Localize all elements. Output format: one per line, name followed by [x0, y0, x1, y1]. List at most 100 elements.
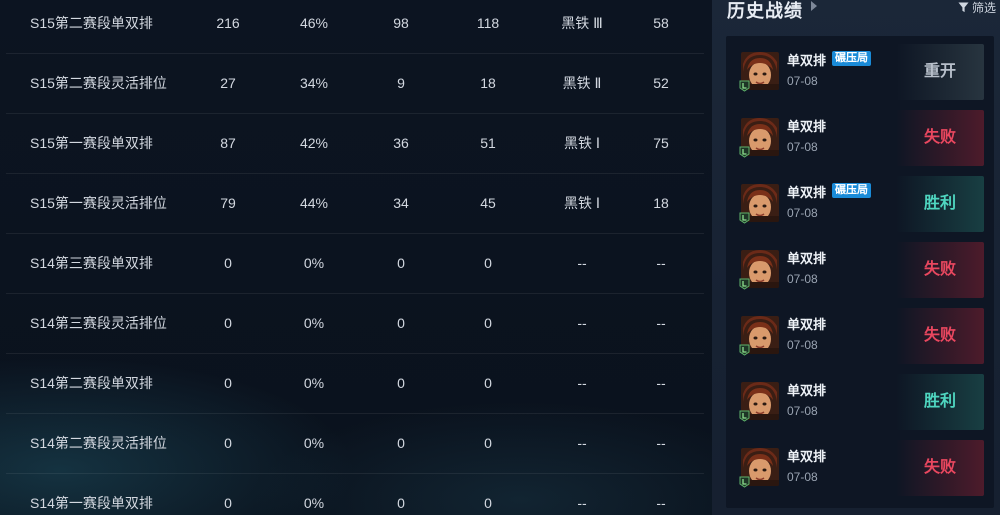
match-item[interactable]: 单双排 07-08 失败: [726, 438, 994, 498]
season-cell: S14第二赛段灵活排位: [30, 435, 167, 451]
match-date: 07-08: [787, 470, 818, 484]
match-date: 07-08: [787, 74, 818, 88]
match-date: 07-08: [787, 404, 818, 418]
losses-cell: 18: [480, 75, 496, 91]
games-cell: 216: [216, 15, 240, 31]
level-badge-icon: [739, 212, 750, 224]
losses-cell: 45: [480, 195, 496, 211]
wins-cell: 0: [397, 255, 405, 271]
queue-mode: 单双排: [787, 251, 827, 266]
season-cell: S14第二赛段单双排: [30, 375, 153, 391]
tier-cell: --: [577, 375, 587, 391]
points-cell: --: [656, 255, 666, 271]
table-row[interactable]: S14第二赛段灵活排位 0 0% 0 0 -- --: [6, 414, 704, 474]
level-badge-icon: [739, 278, 750, 290]
points-cell: --: [656, 315, 666, 331]
match-history-panel: 历史战绩 筛选 单双排 碾压局 07-08 重开 单双排 07-08 失败 单双…: [712, 0, 1000, 515]
chevron-right-icon[interactable]: [811, 1, 817, 11]
wins-cell: 98: [393, 15, 409, 31]
points-cell: --: [656, 435, 666, 451]
tier-cell: --: [577, 315, 587, 331]
queue-mode: 单双排: [787, 53, 827, 68]
losses-cell: 0: [484, 375, 492, 391]
games-cell: 87: [220, 135, 236, 151]
points-cell: --: [656, 375, 666, 391]
filter-icon: [958, 2, 969, 13]
winrate-cell: 0%: [303, 435, 325, 451]
winrate-cell: 46%: [299, 15, 329, 31]
match-item[interactable]: 单双排 07-08 失败: [726, 240, 994, 300]
tier-cell: --: [577, 435, 587, 451]
stomp-badge: 碾压局: [832, 183, 871, 198]
queue-mode: 单双排: [787, 119, 827, 134]
match-list: 单双排 碾压局 07-08 重开 单双排 07-08 失败 单双排 碾压局 07…: [726, 36, 994, 508]
level-badge-icon: [739, 80, 750, 92]
wins-cell: 0: [397, 435, 405, 451]
tier-cell: 黑铁 Ⅱ: [562, 75, 602, 91]
season-cell: S15第二赛段灵活排位: [30, 75, 167, 91]
tier-cell: 黑铁 Ⅲ: [561, 15, 603, 31]
match-result: 失败: [896, 110, 984, 166]
queue-mode: 单双排: [787, 449, 827, 464]
wins-cell: 0: [397, 315, 405, 331]
match-item[interactable]: 单双排 碾压局 07-08 胜利: [726, 174, 994, 234]
table-row[interactable]: S15第一赛段灵活排位 79 44% 34 45 黑铁 Ⅰ 18: [6, 174, 704, 234]
games-cell: 0: [224, 495, 232, 511]
history-title[interactable]: 历史战绩: [727, 0, 803, 23]
tier-cell: 黑铁 Ⅰ: [563, 135, 601, 151]
match-date: 07-08: [787, 206, 818, 220]
level-badge-icon: [739, 146, 750, 158]
level-badge-icon: [739, 344, 750, 356]
match-item[interactable]: 单双排 07-08 失败: [726, 306, 994, 366]
match-date: 07-08: [787, 338, 818, 352]
season-cell: S15第一赛段单双排: [30, 135, 153, 151]
winrate-cell: 0%: [303, 315, 325, 331]
table-row[interactable]: S15第二赛段单双排 216 46% 98 118 黑铁 Ⅲ 58: [6, 0, 704, 54]
games-cell: 0: [224, 435, 232, 451]
points-cell: 75: [653, 135, 669, 151]
losses-cell: 0: [484, 315, 492, 331]
match-result: 失败: [896, 440, 984, 496]
queue-mode: 单双排: [787, 383, 827, 398]
winrate-cell: 0%: [303, 255, 325, 271]
season-cell: S14第三赛段灵活排位: [30, 315, 167, 331]
tier-cell: --: [577, 495, 587, 511]
points-cell: 58: [653, 15, 669, 31]
table-row[interactable]: S14第一赛段单双排 0 0% 0 0 -- --: [6, 474, 704, 515]
points-cell: 52: [653, 75, 669, 91]
season-cell: S15第二赛段单双排: [30, 15, 153, 31]
table-row[interactable]: S15第二赛段灵活排位 27 34% 9 18 黑铁 Ⅱ 52: [6, 54, 704, 114]
losses-cell: 0: [484, 255, 492, 271]
wins-cell: 34: [393, 195, 409, 211]
wins-cell: 36: [393, 135, 409, 151]
table-row[interactable]: S14第三赛段单双排 0 0% 0 0 -- --: [6, 234, 704, 294]
level-badge-icon: [739, 476, 750, 488]
points-cell: 18: [653, 195, 669, 211]
games-cell: 0: [224, 255, 232, 271]
tier-cell: 黑铁 Ⅰ: [563, 195, 601, 211]
filter-label: 筛选: [971, 1, 996, 15]
match-result: 失败: [896, 308, 984, 364]
games-cell: 0: [224, 315, 232, 331]
match-item[interactable]: 单双排 07-08 失败: [726, 108, 994, 168]
table-row[interactable]: S14第三赛段灵活排位 0 0% 0 0 -- --: [6, 294, 704, 354]
level-badge-icon: [739, 410, 750, 422]
winrate-cell: 42%: [299, 135, 329, 151]
queue-mode: 单双排: [787, 185, 827, 200]
match-item[interactable]: 单双排 07-08 胜利: [726, 372, 994, 432]
match-date: 07-08: [787, 272, 818, 286]
games-cell: 27: [220, 75, 236, 91]
games-cell: 79: [220, 195, 236, 211]
match-item[interactable]: 单双排 碾压局 07-08 重开: [726, 42, 994, 102]
table-row[interactable]: S14第二赛段单双排 0 0% 0 0 -- --: [6, 354, 704, 414]
points-cell: --: [656, 495, 666, 511]
tier-cell: --: [577, 255, 587, 271]
winrate-cell: 34%: [299, 75, 329, 91]
losses-cell: 0: [484, 435, 492, 451]
winrate-cell: 0%: [303, 375, 325, 391]
match-date: 07-08: [787, 140, 818, 154]
table-row[interactable]: S15第一赛段单双排 87 42% 36 51 黑铁 Ⅰ 75: [6, 114, 704, 174]
filter-button[interactable]: 筛选: [958, 0, 996, 16]
wins-cell: 0: [397, 375, 405, 391]
stomp-badge: 碾压局: [832, 51, 871, 66]
